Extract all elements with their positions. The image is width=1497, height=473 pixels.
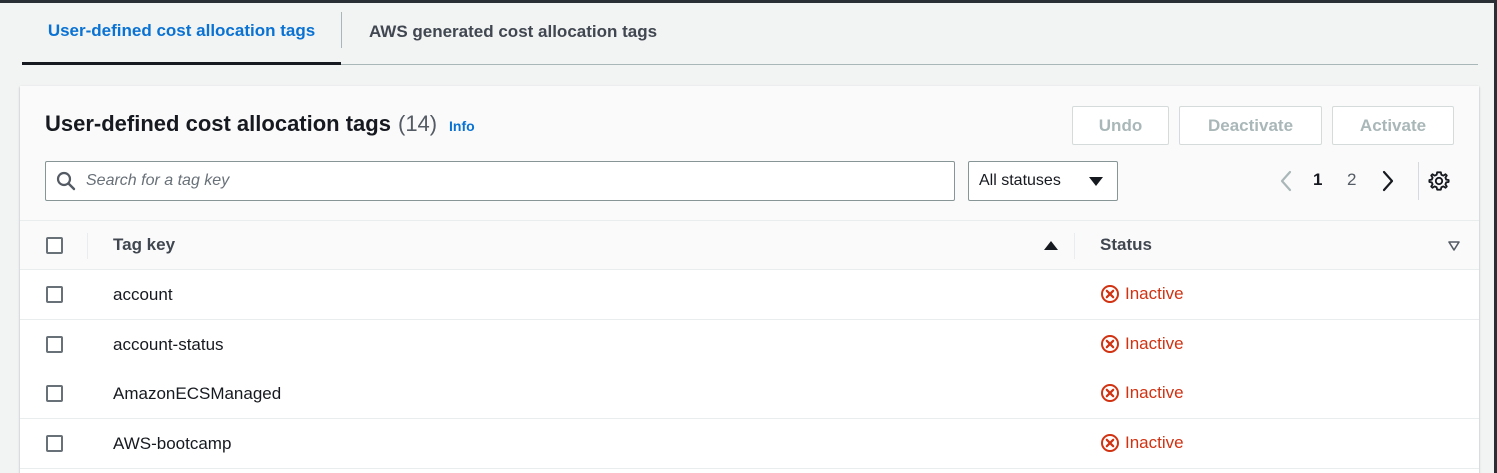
table-row[interactable]: account Inactive [20, 270, 1479, 320]
row-checkbox[interactable] [46, 286, 63, 303]
chevron-right-icon[interactable] [1380, 170, 1396, 192]
page-2-button[interactable]: 2 [1347, 170, 1356, 190]
tag-key-cell: account [113, 285, 173, 304]
search-input[interactable] [86, 172, 946, 190]
table-row[interactable]: AmazonECSManaged Inactive [20, 369, 1479, 419]
status-text: Inactive [1125, 433, 1184, 452]
table-header-row [20, 221, 1479, 270]
sort-descending-icon[interactable] [1448, 241, 1460, 251]
tag-key-cell: AmazonECSManaged [113, 384, 282, 403]
status-filter-select[interactable]: All statuses [968, 161, 1118, 201]
tab-bar: User-defined cost allocation tags AWS ge… [22, 0, 1478, 65]
info-link[interactable]: Info [449, 118, 475, 134]
column-divider [87, 233, 88, 259]
gear-icon[interactable] [1428, 170, 1450, 192]
chevron-left-icon[interactable] [1278, 170, 1294, 192]
status-cell: Inactive [1100, 284, 1184, 304]
tag-key-cell: AWS-bootcamp [113, 434, 232, 453]
tag-key-cell: account-status [113, 335, 224, 354]
row-checkbox[interactable] [46, 385, 63, 402]
status-cell: Inactive [1100, 433, 1184, 453]
tags-table-container: User-defined cost allocation tags (14) I… [20, 86, 1479, 473]
panel-title: User-defined cost allocation tags [45, 111, 391, 136]
status-cell: Inactive [1100, 383, 1184, 403]
pager-divider [1418, 162, 1419, 200]
column-divider [1074, 233, 1075, 259]
row-checkbox[interactable] [46, 336, 63, 353]
status-negative-icon [1101, 285, 1119, 303]
column-header-status[interactable]: Status [1100, 235, 1152, 255]
select-all-checkbox[interactable] [46, 237, 63, 254]
column-header-tag-key[interactable]: Tag key [113, 235, 175, 255]
sort-ascending-icon[interactable] [1044, 241, 1058, 250]
table-row[interactable]: account-status Inactive [20, 320, 1479, 370]
status-negative-icon [1101, 384, 1119, 402]
status-negative-icon [1101, 335, 1119, 353]
status-text: Inactive [1125, 334, 1184, 353]
page-1-button[interactable]: 1 [1313, 170, 1322, 190]
undo-button[interactable]: Undo [1072, 106, 1169, 145]
search-icon [56, 171, 76, 191]
tag-count: (14) [398, 111, 438, 136]
tab-user-defined[interactable]: User-defined cost allocation tags [22, 0, 341, 65]
table-header-area: User-defined cost allocation tags (14) I… [20, 86, 1479, 221]
search-box [45, 161, 955, 201]
status-cell: Inactive [1100, 334, 1184, 354]
caret-down-icon [1089, 176, 1103, 186]
status-filter-value: All statuses [979, 172, 1061, 189]
status-text: Inactive [1125, 284, 1184, 303]
status-text: Inactive [1125, 383, 1184, 402]
tab-aws-generated[interactable]: AWS generated cost allocation tags [342, 0, 684, 64]
status-negative-icon [1101, 434, 1119, 452]
deactivate-button[interactable]: Deactivate [1179, 106, 1322, 145]
row-checkbox[interactable] [46, 435, 63, 452]
table-row[interactable]: AWS-bootcamp Inactive [20, 419, 1479, 469]
activate-button[interactable]: Activate [1332, 106, 1454, 145]
